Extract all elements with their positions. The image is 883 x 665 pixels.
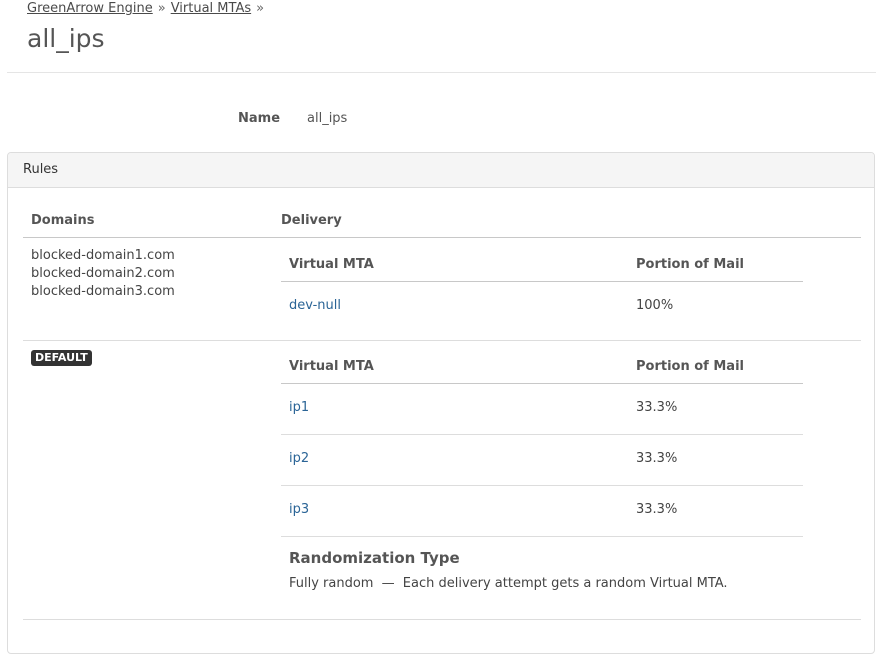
rule-1-domain-list: blocked-domain1.com blocked-domain2.com … (31, 247, 175, 301)
vmta-link-ip2[interactable]: ip2 (289, 451, 309, 466)
randomization-type-value: Fully random (289, 576, 374, 591)
breadcrumb-separator: » (256, 1, 265, 16)
domain-item: blocked-domain3.com (31, 284, 175, 299)
row-divider (281, 434, 803, 435)
vmta-link-dev-null[interactable]: dev-null (289, 298, 341, 313)
delivery-column-header: Delivery (281, 213, 342, 228)
rules-panel-heading: Rules (8, 153, 874, 188)
randomization-type-text: Fully random — Each delivery attempt get… (289, 576, 728, 591)
portion-value: 33.3% (636, 502, 678, 517)
rule-2-vmta-header: Virtual MTA (289, 359, 374, 374)
vmta-link-ip1[interactable]: ip1 (289, 400, 309, 415)
default-badge: DEFAULT (31, 350, 92, 366)
vmta-link-ip3[interactable]: ip3 (289, 502, 309, 517)
breadcrumb-link-virtual-mtas[interactable]: Virtual MTAs (171, 1, 251, 16)
name-label: Name (238, 111, 281, 126)
rule-2-inner-header-divider (281, 383, 803, 384)
portion-value: 100% (636, 298, 674, 313)
row-divider (281, 485, 803, 486)
domain-item: blocked-domain2.com (31, 266, 175, 281)
rule-1-inner-header-divider (281, 281, 803, 282)
breadcrumb-link-greenarrow-engine[interactable]: GreenArrow Engine (27, 1, 153, 16)
row-divider (281, 536, 803, 537)
portion-value: 33.3% (636, 400, 678, 415)
rule-divider (23, 619, 861, 620)
rules-panel: Rules Domains Delivery blocked-domain1.c… (7, 152, 875, 654)
page-title: all_ips (27, 24, 105, 53)
rule-1-portion-header: Portion of Mail (636, 257, 744, 272)
domain-item: blocked-domain1.com (31, 248, 175, 263)
breadcrumb-separator: » (157, 1, 166, 16)
rule-divider (23, 340, 861, 341)
header-divider (7, 72, 876, 73)
randomization-description: Each delivery attempt gets a random Virt… (402, 576, 728, 591)
rule-1-vmta-header: Virtual MTA (289, 257, 374, 272)
domains-column-header: Domains (31, 213, 95, 228)
portion-value: 33.3% (636, 451, 678, 466)
randomization-dash: — (381, 576, 395, 591)
outer-header-divider (23, 237, 861, 238)
breadcrumb: GreenArrow Engine » Virtual MTAs » (27, 1, 269, 16)
name-value: all_ips (307, 111, 348, 126)
randomization-type-title: Randomization Type (289, 549, 460, 567)
rule-2-portion-header: Portion of Mail (636, 359, 744, 374)
